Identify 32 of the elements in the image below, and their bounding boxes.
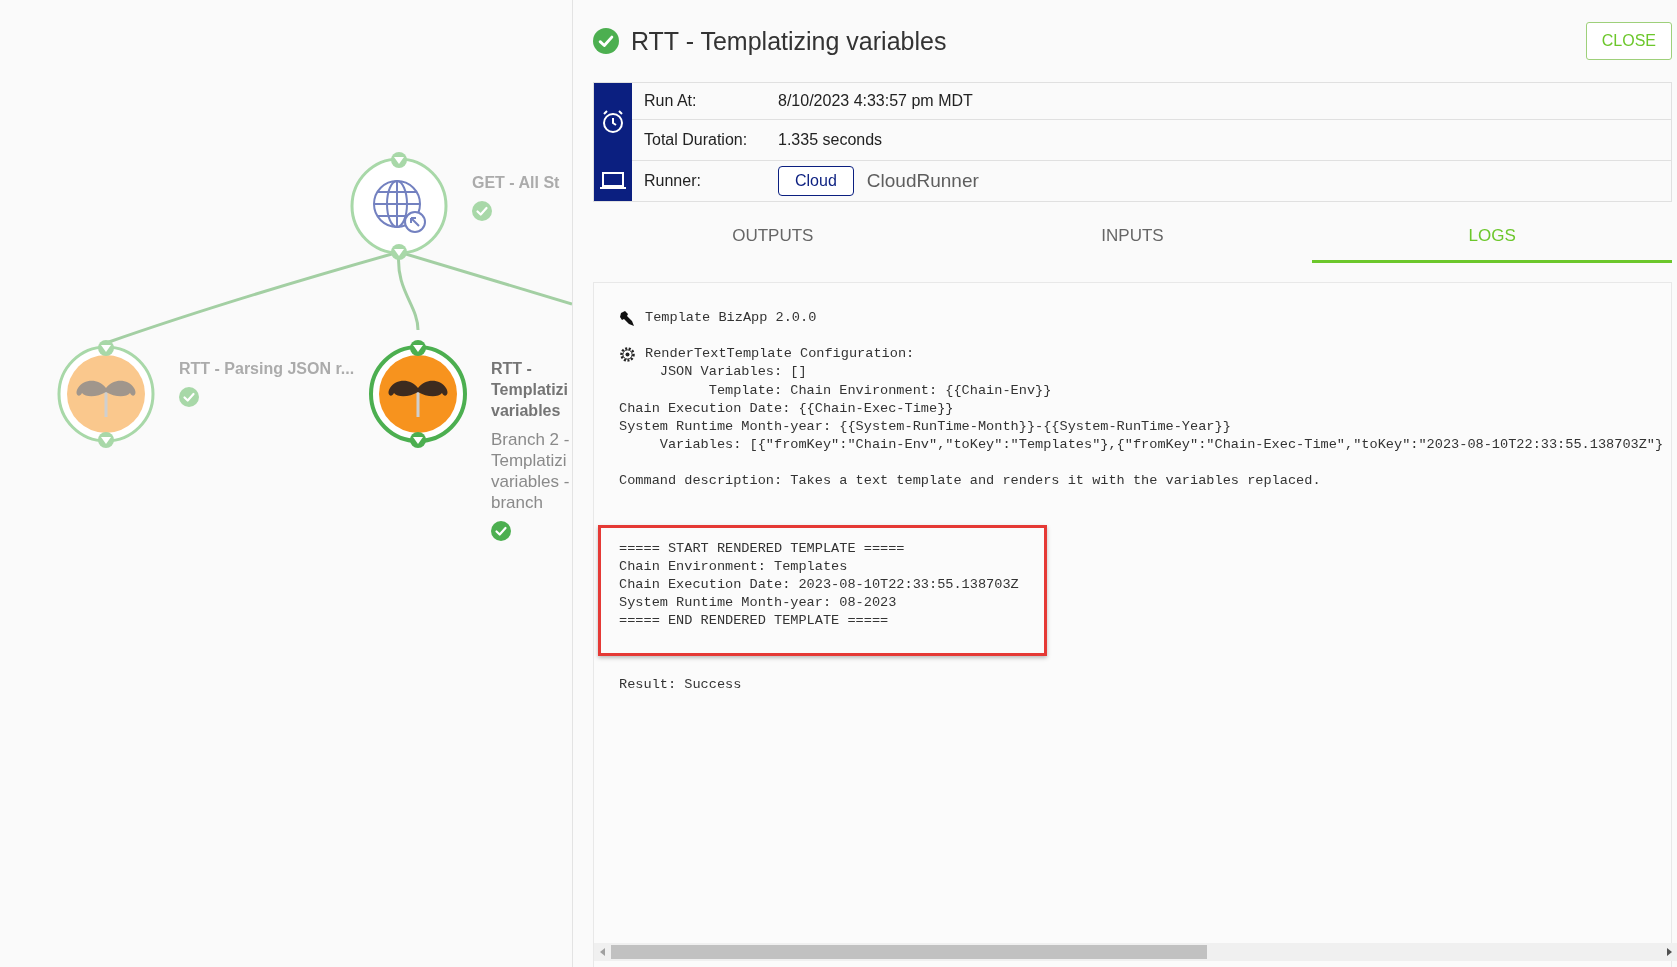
node-title: RTT - Templatizi variables	[491, 359, 570, 421]
field-value: CloudRunner	[866, 170, 979, 192]
tab[interactable]: INPUTS	[952, 211, 1313, 263]
node-title: RTT - Parsing JSON r...	[179, 359, 355, 379]
log-line: Variables: [{"fromKey":"Chain-Env","toKey":"Templates"},{"fromKey":"Chain-Exec-Time","toKey":"2023-08-10T22:33:55.138703Z"}	[658, 436, 1664, 455]
log-line: Chain Execution Date: 2023-08-10T22:33:55.138703Z	[619, 576, 1019, 595]
field-value: 1.335 seconds	[778, 131, 883, 149]
log-line: ===== START RENDERED TEMPLATE =====	[619, 539, 905, 558]
tab[interactable]: OUTPUTS	[593, 211, 953, 263]
panel-title: RTT - Templatizing variables	[631, 26, 948, 56]
log-line: System Runtime Month-year: 08-2023	[619, 594, 897, 613]
node-title: GET - All St	[472, 173, 560, 193]
plug-icon	[619, 309, 636, 327]
log-line: Chain Execution Date: {{Chain-Exec-Time}}	[619, 399, 954, 418]
alarm-clock-icon	[601, 108, 625, 135]
log-line: Result: Success	[619, 675, 742, 694]
field-value: 8/10/2023 4:33:57 pm MDT	[778, 92, 973, 110]
log-line: System Runtime Month-year: {{System-RunTime-Month}}-{{System-RunTime-Year}}	[619, 418, 1231, 436]
field-label: Run At:	[644, 92, 698, 110]
log-line: Command description: Takes a text template and renders it with the variables replaced.	[619, 472, 1321, 491]
log-line: Chain Environment: Templates	[619, 557, 848, 576]
runner-badge: Cloud	[778, 166, 854, 196]
node-subtitle: Branch 2 - Templatizi variables - branch	[491, 429, 570, 513]
log-line: Template BizApp 2.0.0	[645, 309, 817, 327]
log-line: ===== END RENDERED TEMPLATE =====	[619, 612, 889, 631]
field-label: Total Duration:	[644, 131, 749, 149]
gear-icon	[619, 345, 636, 363]
log-line: Template: Chain Environment: {{Chain-Env}}	[707, 381, 1052, 400]
laptop-icon	[599, 170, 627, 191]
field-label: Runner:	[644, 172, 702, 190]
log-line: RenderTextTemplate Configuration:	[645, 345, 915, 364]
log-line: JSON Variables: []	[658, 363, 807, 382]
